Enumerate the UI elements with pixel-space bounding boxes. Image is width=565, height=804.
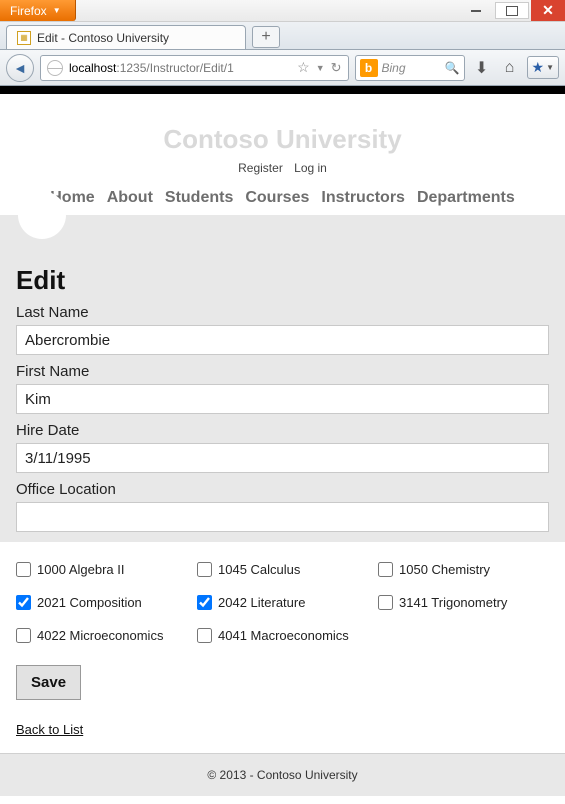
site-title: Contoso University: [0, 124, 565, 155]
address-bar[interactable]: localhost:1235/Instructor/Edit/1 ☆ ▼ ↻: [40, 55, 349, 81]
course-checkbox-input[interactable]: [197, 595, 212, 610]
search-box[interactable]: b Bing 🔍: [355, 55, 465, 81]
firefox-menu-label: Firefox: [10, 4, 47, 18]
course-checkbox[interactable]: 2042 Literature: [197, 595, 368, 610]
course-checkbox[interactable]: 1050 Chemistry: [378, 562, 549, 577]
login-link[interactable]: Log in: [294, 161, 327, 175]
page-topbar: [0, 86, 565, 94]
avatar: [18, 191, 66, 239]
globe-icon: [47, 60, 63, 76]
bookmark-star-icon[interactable]: ☆: [297, 59, 310, 76]
course-label: 4041 Macroeconomics: [218, 628, 349, 643]
course-checkbox[interactable]: 4022 Microeconomics: [16, 628, 187, 643]
courses-section: 1000 Algebra II 1045 Calculus 1050 Chemist…: [0, 542, 565, 753]
course-checkbox[interactable]: 2021 Composition: [16, 595, 187, 610]
browser-toolbar: ◄ localhost:1235/Instructor/Edit/1 ☆ ▼ ↻…: [0, 50, 565, 86]
course-checkbox-input[interactable]: [16, 562, 31, 577]
firefox-menu-button[interactable]: Firefox ▼: [0, 0, 76, 21]
course-checkbox[interactable]: 1045 Calculus: [197, 562, 368, 577]
url-dropdown-icon[interactable]: ▼: [316, 63, 325, 73]
nav-instructors[interactable]: Instructors: [321, 189, 405, 207]
hire-date-label: Hire Date: [16, 422, 549, 439]
course-label: 1050 Chemistry: [399, 562, 490, 577]
course-label: 1045 Calculus: [218, 562, 300, 577]
nav-about[interactable]: About: [107, 189, 153, 207]
nav-courses[interactable]: Courses: [245, 189, 309, 207]
page-favicon-icon: ▦: [17, 31, 31, 45]
main-nav: Home About Students Courses Instructors …: [0, 189, 565, 207]
last-name-label: Last Name: [16, 304, 549, 321]
first-name-input[interactable]: [16, 384, 549, 414]
save-button[interactable]: Save: [16, 665, 81, 700]
office-location-label: Office Location: [16, 481, 549, 498]
nav-departments[interactable]: Departments: [417, 189, 515, 207]
search-placeholder: Bing: [382, 61, 406, 75]
office-location-input[interactable]: [16, 502, 549, 532]
url-host: localhost: [69, 61, 116, 75]
course-checkbox-input[interactable]: [378, 595, 393, 610]
back-to-list-link[interactable]: Back to List: [16, 722, 83, 737]
first-name-label: First Name: [16, 363, 549, 380]
tab-title: Edit - Contoso University: [37, 31, 169, 45]
home-icon[interactable]: ⌂: [499, 59, 521, 77]
course-label: 2021 Composition: [37, 595, 142, 610]
course-checkbox-input[interactable]: [197, 628, 212, 643]
window-close-button[interactable]: ✕: [531, 0, 565, 21]
downloads-icon[interactable]: ⬇: [471, 58, 493, 78]
course-checkbox-input[interactable]: [378, 562, 393, 577]
account-links: Register Log in: [0, 161, 565, 175]
search-icon[interactable]: 🔍: [445, 61, 460, 75]
register-link[interactable]: Register: [238, 161, 283, 175]
course-checkbox[interactable]: 4041 Macroeconomics: [197, 628, 368, 643]
course-checkbox-input[interactable]: [197, 562, 212, 577]
course-checkbox-input[interactable]: [16, 595, 31, 610]
bookmarks-menu-button[interactable]: ★ ▼: [527, 56, 559, 79]
course-label: 4022 Microeconomics: [37, 628, 163, 643]
tab-strip: ▦ Edit - Contoso University +: [0, 22, 565, 50]
nav-students[interactable]: Students: [165, 189, 233, 207]
course-label: 1000 Algebra II: [37, 562, 124, 577]
window-minimize-button[interactable]: [459, 0, 493, 21]
course-checkbox[interactable]: 1000 Algebra II: [16, 562, 187, 577]
avatar-row: [0, 215, 565, 251]
bookmarks-star-icon: ★: [532, 59, 545, 76]
window-maximize-button[interactable]: [495, 2, 529, 19]
course-checkbox[interactable]: 3141 Trigonometry: [378, 595, 549, 610]
reload-icon[interactable]: ↻: [331, 60, 342, 76]
browser-tab-active[interactable]: ▦ Edit - Contoso University: [6, 25, 246, 49]
url-path: :1235/Instructor/Edit/1: [116, 61, 233, 75]
form-area: Edit Last Name First Name Hire Date Offi…: [0, 251, 565, 542]
new-tab-button[interactable]: +: [252, 26, 280, 48]
bing-logo-icon: b: [360, 59, 378, 77]
window-titlebar: Firefox ▼ ✕: [0, 0, 565, 22]
hire-date-input[interactable]: [16, 443, 549, 473]
chevron-down-icon: ▼: [546, 63, 554, 72]
page-footer: © 2013 - Contoso University: [0, 753, 565, 796]
page-heading: Edit: [16, 265, 549, 296]
page-content: Contoso University Register Log in Home …: [0, 94, 565, 796]
last-name-input[interactable]: [16, 325, 549, 355]
course-label: 2042 Literature: [218, 595, 305, 610]
back-button[interactable]: ◄: [6, 54, 34, 82]
course-label: 3141 Trigonometry: [399, 595, 507, 610]
dropdown-icon: ▼: [53, 6, 61, 15]
course-checkbox-input[interactable]: [16, 628, 31, 643]
